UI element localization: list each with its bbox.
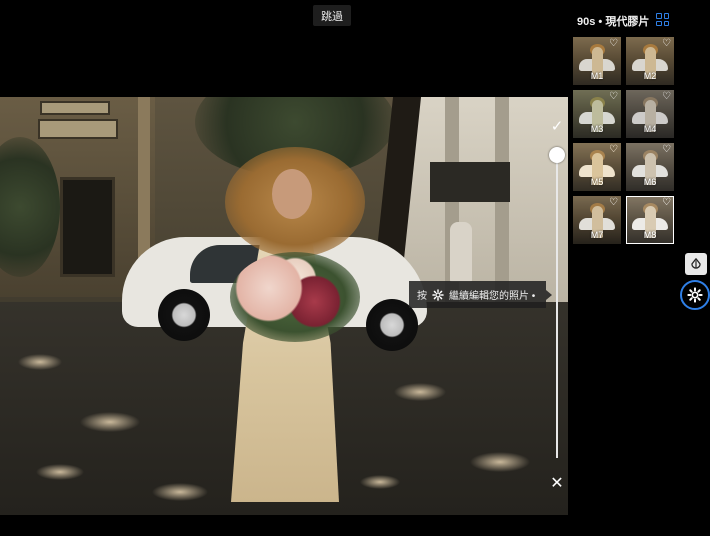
filter-thumb-label: M2 [643, 71, 657, 81]
filter-thumb-m8[interactable]: ♡ M8 [626, 196, 674, 244]
settings-button[interactable] [680, 280, 710, 310]
filter-thumb-m4[interactable]: ♡ M4 [626, 90, 674, 138]
compare-button[interactable] [685, 253, 707, 275]
filter-collection-title: 90s • 現代膠片 [577, 16, 650, 28]
photo-door [60, 177, 115, 277]
filter-thumb-m5[interactable]: ♡ M5 [573, 143, 621, 191]
heart-icon[interactable]: ♡ [662, 145, 671, 155]
heart-icon[interactable]: ♡ [609, 198, 618, 208]
filter-thumb-label: M1 [590, 71, 604, 81]
heart-icon[interactable]: ♡ [609, 145, 618, 155]
filter-thumb-m3[interactable]: ♡ M3 [573, 90, 621, 138]
photo-window [38, 119, 118, 139]
filter-thumbnail-grid: ♡ M1 ♡ M2 ♡ M3 ♡ M4 ♡ M5 ♡ M6 ♡ M7 ♡ M8 [573, 37, 676, 244]
filter-thumb-label: M5 [590, 177, 604, 187]
compare-icon [691, 258, 701, 269]
heart-icon[interactable]: ♡ [662, 39, 671, 49]
photo-window [40, 101, 110, 115]
intensity-slider-track[interactable] [556, 147, 558, 458]
photo-bystander [450, 222, 472, 282]
gear-icon [687, 287, 703, 303]
filter-thumb-label: M8 [643, 230, 657, 240]
heart-icon[interactable]: ♡ [609, 92, 618, 102]
edit-hint-tooltip: 按 繼續編輯您的照片 • [409, 281, 552, 308]
gear-icon [432, 288, 444, 301]
photo-building-right [400, 97, 568, 307]
heart-icon[interactable]: ♡ [662, 198, 671, 208]
grid-icon[interactable] [656, 13, 669, 26]
filter-thumb-label: M4 [643, 124, 657, 134]
photo-face [272, 169, 312, 219]
skip-button[interactable]: 跳過 [313, 5, 351, 26]
filter-thumb-label: M7 [590, 230, 604, 240]
tooltip-prefix: 按 [417, 291, 427, 302]
heart-icon[interactable]: ♡ [662, 92, 671, 102]
photo-car-wheel [158, 289, 210, 341]
filter-thumb-label: M6 [643, 177, 657, 187]
intensity-slider-thumb[interactable] [549, 147, 565, 163]
filter-thumb-m6[interactable]: ♡ M6 [626, 143, 674, 191]
close-icon[interactable]: ✕ [549, 476, 565, 492]
filter-thumb-m7[interactable]: ♡ M7 [573, 196, 621, 244]
filter-thumb-m1[interactable]: ♡ M1 [573, 37, 621, 85]
tooltip-text: 繼續編輯您的照片 • [449, 291, 536, 302]
filter-thumb-label: M3 [590, 124, 604, 134]
photo-bouquet [230, 252, 360, 342]
check-icon[interactable]: ✓ [549, 119, 565, 135]
heart-icon[interactable]: ♡ [609, 39, 618, 49]
filter-thumb-m2[interactable]: ♡ M2 [626, 37, 674, 85]
